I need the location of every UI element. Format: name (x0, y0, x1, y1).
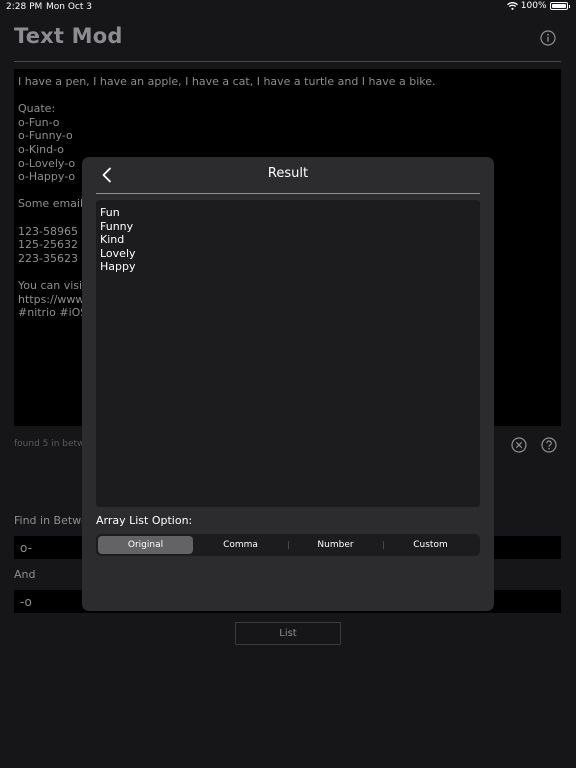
result-line: Kind (100, 233, 125, 247)
result-line: Fun (100, 206, 120, 219)
page-title: Text Mod (14, 24, 123, 48)
result-text-area[interactable]: Fun Funny Kind Lovely Happy (96, 200, 480, 507)
segment-custom[interactable]: Custom (383, 536, 478, 554)
modal-title: Result (267, 166, 309, 181)
wifi-icon (506, 2, 518, 10)
found-count-label: found 5 in betw (14, 439, 85, 449)
result-modal: Result Fun Funny Kind Lovely Happy Array… (82, 157, 494, 611)
result-line: Happy (100, 260, 136, 274)
array-list-option-label: Array List Option: (96, 514, 193, 527)
segment-original[interactable]: Original (98, 536, 193, 554)
info-icon[interactable] (540, 30, 556, 46)
list-button[interactable]: List (235, 622, 341, 645)
status-right: 100% (506, 1, 570, 11)
result-line: Funny (100, 219, 134, 233)
clear-icon[interactable] (511, 437, 527, 453)
modal-divider (96, 193, 480, 194)
header-divider (14, 61, 561, 62)
status-bar: 2:28 PM Mon Oct 3 100% (0, 0, 576, 14)
segment-comma[interactable]: Comma (193, 536, 288, 554)
and-label: And (14, 568, 36, 581)
battery-tip (568, 4, 570, 8)
result-line: Lovely (100, 246, 136, 260)
screen: 2:28 PM Mon Oct 3 100% Text Mod I have a… (0, 0, 576, 768)
array-list-option-control: Original Comma Number Custom (96, 534, 480, 556)
segment-number[interactable]: Number (288, 536, 383, 554)
find-between-label: Find in Betwe (14, 514, 88, 527)
battery-percent: 100% (520, 1, 547, 11)
status-date: Mon Oct 3 (46, 2, 92, 12)
help-icon[interactable] (541, 437, 557, 453)
battery-icon (549, 2, 568, 10)
status-time: 2:28 PM (6, 2, 43, 12)
